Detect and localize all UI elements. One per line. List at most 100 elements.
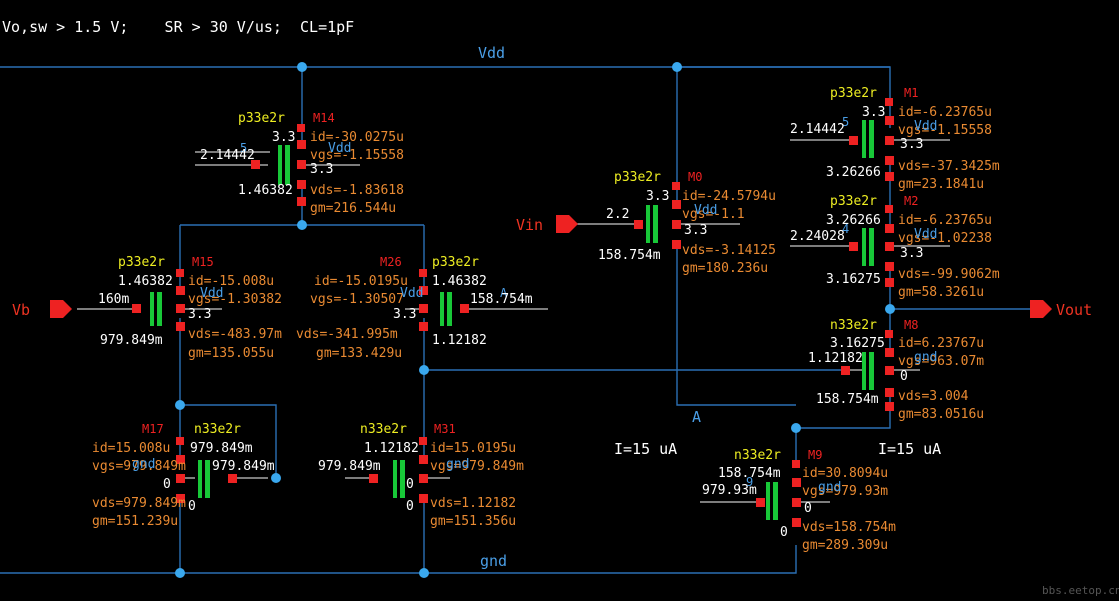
m31-drain-voltage: 1.12182 bbox=[364, 441, 419, 456]
pin-vb-label: Vb bbox=[12, 301, 30, 319]
transistor-m26[interactable]: M26 p33e2r id=-15.0195u 1.46382 vgs=-1.3… bbox=[296, 255, 533, 361]
m26-gm: gm=133.429u bbox=[316, 346, 402, 361]
current-label-left: I=15 uA bbox=[614, 440, 677, 458]
m14-vgs: vgs=-1.15558 bbox=[310, 148, 404, 163]
m14-body-net: Vdd bbox=[328, 141, 351, 156]
m1-bulk-voltage: 3.3 bbox=[900, 137, 923, 152]
watermark: bbs.eetop.cn bbox=[1042, 584, 1119, 597]
m14-gate-voltage: 2.14442 bbox=[200, 148, 255, 163]
m8-bulk-voltage: 0 bbox=[900, 369, 908, 384]
m17-vds: vds=979.849m bbox=[92, 496, 186, 511]
m1-vds: vds=-37.3425m bbox=[898, 159, 1000, 174]
m15-model: p33e2r bbox=[118, 255, 165, 270]
m0-instance: M0 bbox=[688, 170, 702, 184]
m2-instance: M2 bbox=[904, 194, 918, 208]
m2-vgs: vgs=-1.02238 bbox=[898, 231, 992, 246]
m14-drain-voltage: 1.46382 bbox=[238, 183, 293, 198]
m1-source-voltage: 3.3 bbox=[862, 105, 885, 120]
m1-vgs: vgs=-1.15558 bbox=[898, 123, 992, 138]
m14-gm: gm=216.544u bbox=[310, 201, 396, 216]
m8-model: n33e2r bbox=[830, 318, 877, 333]
m14-vds: vds=-1.83618 bbox=[310, 183, 404, 198]
m9-instance: M9 bbox=[808, 448, 822, 462]
m1-gate-voltage: 2.14442 bbox=[790, 122, 845, 137]
m26-vgs: vgs=-1.30507 bbox=[310, 292, 404, 307]
m31-source-voltage: 0 bbox=[406, 499, 414, 514]
m14-model: p33e2r bbox=[238, 111, 285, 126]
m2-drain-voltage: 3.16275 bbox=[826, 272, 881, 287]
m15-gate-voltage: 160m bbox=[98, 292, 129, 307]
m1-id: id=-6.23765u bbox=[898, 105, 992, 120]
m9-bulk-voltage: 0 bbox=[804, 501, 812, 516]
m9-source-voltage: 0 bbox=[780, 525, 788, 540]
m0-id: id=-24.5794u bbox=[682, 189, 776, 204]
m9-vgs: vgs=979.93m bbox=[802, 484, 888, 499]
m31-vds: vds=1.12182 bbox=[430, 496, 516, 511]
m31-model: n33e2r bbox=[360, 422, 407, 437]
m2-model: p33e2r bbox=[830, 194, 877, 209]
m1-drain-voltage: 3.26266 bbox=[826, 165, 881, 180]
pin-vin[interactable]: Vin bbox=[516, 215, 578, 234]
m15-vds: vds=-483.97m bbox=[188, 327, 282, 342]
m31-id: id=15.0195u bbox=[430, 441, 516, 456]
m31-gate-voltage: 979.849m bbox=[318, 459, 381, 474]
m31-bulk-voltage: 0 bbox=[406, 477, 414, 492]
m2-gate-voltage: 2.24028 bbox=[790, 229, 845, 244]
m17-model: n33e2r bbox=[194, 422, 241, 437]
m0-vds: vds=-3.14125 bbox=[682, 243, 776, 258]
transistor-m1[interactable]: p33e2r M1 3.3 id=-6.23765u 5 2.14442 vgs… bbox=[790, 86, 1000, 192]
transistor-m0[interactable]: p33e2r M0 3.3 id=-24.5794u 2.2 vgs=-1.1 … bbox=[598, 170, 776, 276]
m17-bulk-voltage: 0 bbox=[163, 477, 171, 492]
m8-gm: gm=83.0516u bbox=[898, 407, 984, 422]
m1-body-net: Vdd bbox=[914, 119, 937, 134]
m15-instance: M15 bbox=[192, 255, 214, 269]
m26-bulk-voltage: 3.3 bbox=[393, 307, 416, 322]
m17-source-voltage: 0 bbox=[188, 499, 196, 514]
m8-body-net: gnd bbox=[914, 350, 937, 365]
transistor-m15[interactable]: p33e2r M15 1.46382 id=-15.008u vgs=-1.30… bbox=[98, 255, 282, 361]
m17-id: id=15.008u bbox=[92, 441, 170, 456]
m26-model: p33e2r bbox=[432, 255, 479, 270]
transistor-m2[interactable]: p33e2r M2 3.26266 id=-6.23765u 4 2.24028… bbox=[790, 194, 1000, 300]
m2-gm: gm=58.3261u bbox=[898, 285, 984, 300]
pin-vb[interactable]: Vb bbox=[12, 300, 72, 319]
current-label-right: I=15 uA bbox=[878, 440, 941, 458]
m0-drain-voltage: 158.754m bbox=[598, 248, 661, 263]
m26-id: id=-15.0195u bbox=[314, 274, 408, 289]
m0-gate-voltage: 2.2 bbox=[606, 207, 629, 222]
m9-gm: gm=289.309u bbox=[802, 538, 888, 553]
m17-gm: gm=151.239u bbox=[92, 514, 178, 529]
m26-gate-voltage: 158.754m bbox=[470, 292, 533, 307]
m9-vds: vds=158.754m bbox=[802, 520, 896, 535]
spec-header: Vo,sw > 1.5 V; SR > 30 V/us; CL=1pF bbox=[2, 18, 354, 36]
m26-drain-voltage: 1.12182 bbox=[432, 333, 487, 348]
m15-drain-voltage: 979.849m bbox=[100, 333, 163, 348]
m26-body-net: Vdd bbox=[400, 286, 423, 301]
m0-bulk-voltage: 3.3 bbox=[684, 223, 707, 238]
m15-bulk-voltage: 3.3 bbox=[188, 307, 211, 322]
schematic-canvas: Vb Vin Vout Vo,sw > 1.5 V; SR > 30 V/us;… bbox=[0, 18, 1119, 597]
net-label-vdd: Vdd bbox=[478, 44, 505, 62]
m31-instance: M31 bbox=[434, 422, 456, 436]
m0-model: p33e2r bbox=[614, 170, 661, 185]
m8-id: id=6.23767u bbox=[898, 336, 984, 351]
pin-vout[interactable]: Vout bbox=[1030, 300, 1092, 319]
m15-source-voltage: 1.46382 bbox=[118, 274, 173, 289]
pin-vout-label: Vout bbox=[1056, 301, 1092, 319]
m31-gm: gm=151.356u bbox=[430, 514, 516, 529]
m8-instance: M8 bbox=[904, 318, 918, 332]
m2-bulk-voltage: 3.3 bbox=[900, 246, 923, 261]
m8-vds: vds=3.004 bbox=[898, 389, 969, 404]
m2-vds: vds=-99.9062m bbox=[898, 267, 1000, 282]
m8-gate-voltage: 1.12182 bbox=[808, 351, 863, 366]
m15-gm: gm=135.055u bbox=[188, 346, 274, 361]
m17-drain-voltage: 979.849m bbox=[190, 441, 253, 456]
m14-id: id=-30.0275u bbox=[310, 130, 404, 145]
m2-source-voltage: 3.26266 bbox=[826, 213, 881, 228]
m15-body-net: Vdd bbox=[200, 286, 223, 301]
m0-gm: gm=180.236u bbox=[682, 261, 768, 276]
m14-instance: M14 bbox=[313, 111, 335, 125]
m0-source-voltage: 3.3 bbox=[646, 189, 669, 204]
m31-body-net: gnd bbox=[446, 457, 469, 472]
m17-gate-voltage: 979.849m bbox=[212, 459, 275, 474]
